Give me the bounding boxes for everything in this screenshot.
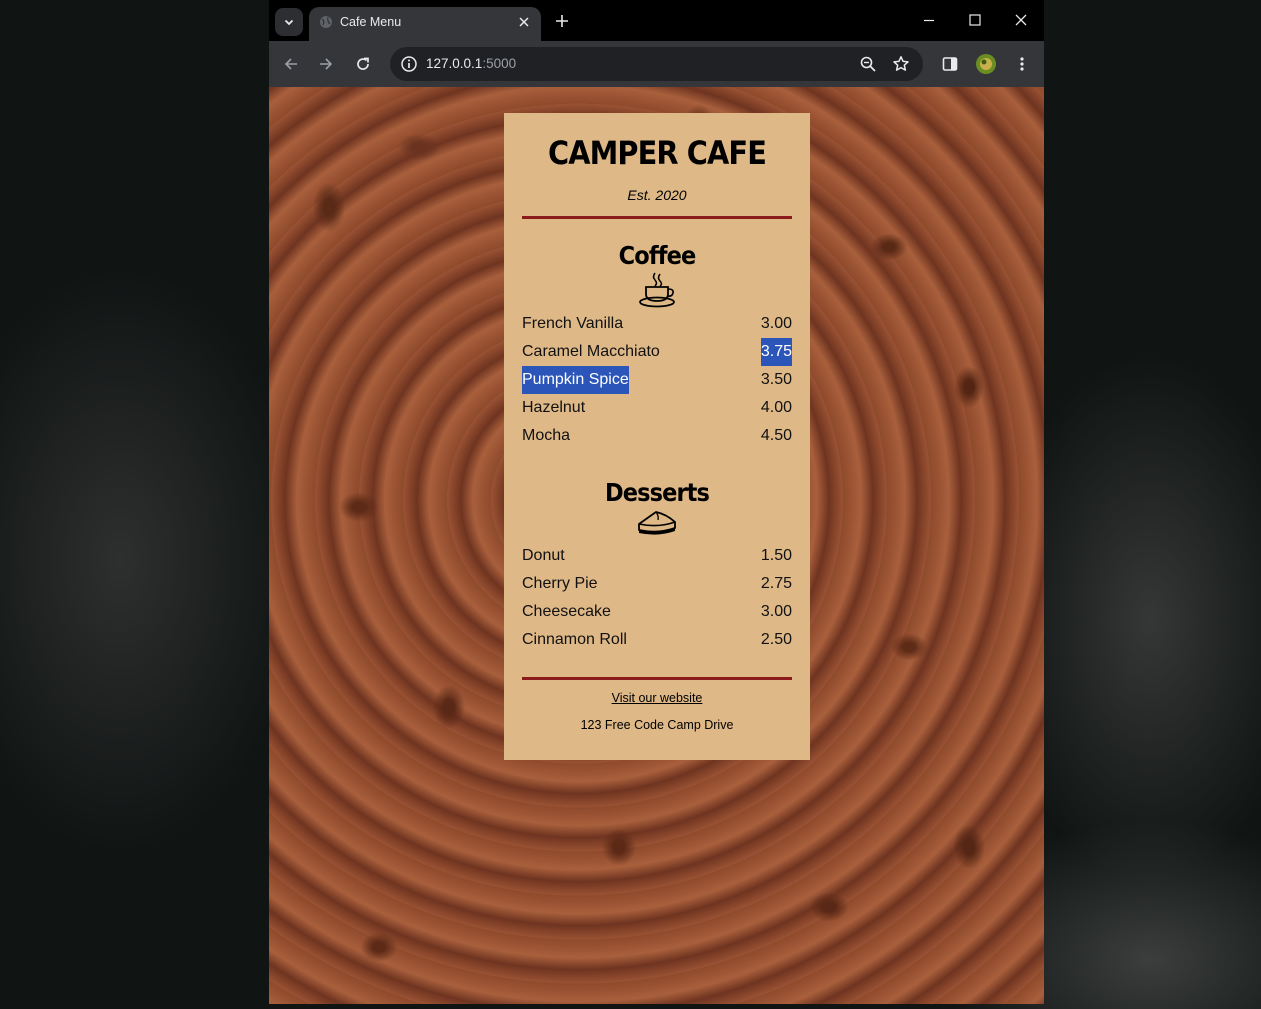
menu-item: Pumpkin Spice 3.50 [522, 366, 792, 394]
menu-item: Donut 1.50 [522, 542, 792, 570]
side-panel-icon [942, 57, 958, 71]
maximize-icon [969, 14, 981, 26]
divider-bottom [522, 677, 792, 680]
item-name: Cherry Pie [522, 575, 598, 592]
tab-cafe-menu[interactable]: Cafe Menu [309, 7, 541, 41]
forward-button[interactable] [314, 52, 338, 76]
item-name: French Vanilla [522, 315, 624, 332]
coffee-cup-icon [639, 272, 675, 308]
established-text: Est. 2020 [627, 187, 687, 203]
coffee-heading: Coffee [618, 241, 697, 270]
more-vertical-icon [1020, 57, 1024, 71]
item-price: 4.50 [760, 427, 792, 444]
item-name: Donut [522, 547, 565, 564]
profile-button[interactable] [974, 52, 998, 76]
reload-icon [357, 57, 369, 70]
item-name: Cheesecake [522, 603, 611, 620]
tab-title: Cafe Menu [340, 15, 402, 29]
menu-item: Caramel Macchiato 3.75 [522, 338, 792, 366]
close-icon [519, 17, 529, 27]
menu-item: Mocha 4.50 [522, 422, 792, 450]
address-bar[interactable]: 127.0.0.1:5000 [390, 47, 923, 81]
minimize-button[interactable] [917, 8, 941, 32]
desserts-section: Desserts Donut 1.50 Cherry Pie 2.75 Cheese… [522, 478, 792, 654]
desserts-heading: Desserts [604, 478, 710, 507]
menu-item: Cheesecake 3.00 [522, 598, 792, 626]
item-name: Pumpkin Spice [522, 366, 629, 394]
item-price: 2.75 [760, 575, 792, 592]
item-price: 3.00 [760, 603, 792, 620]
browser-toolbar: 127.0.0.1:5000 [269, 41, 1044, 87]
menu-item: French Vanilla 3.00 [522, 310, 792, 338]
maximize-button[interactable] [963, 8, 987, 32]
globe-icon [320, 16, 332, 28]
new-tab-button[interactable] [552, 11, 572, 31]
avatar-icon [976, 54, 996, 74]
zoom-icon[interactable] [859, 55, 877, 73]
tab-strip: Cafe Menu [269, 0, 1044, 41]
close-window-button[interactable] [1009, 8, 1033, 32]
item-name: Caramel Macchiato [522, 343, 660, 360]
pie-slice-icon [638, 511, 676, 535]
item-price: 1.50 [760, 547, 792, 564]
arrow-left-icon [284, 58, 297, 70]
item-price: 3.50 [760, 371, 792, 388]
menu-item: Cherry Pie 2.75 [522, 570, 792, 598]
page-viewport: CAMPER CAFE Est. 2020 Coffee French Vani… [269, 87, 1044, 1004]
item-name: Cinnamon Roll [522, 631, 627, 648]
close-icon [1015, 14, 1027, 26]
browser-window: Cafe Menu 127.0.0.1:5000 CAMPER CAFE Est… [269, 0, 1044, 1004]
item-name: Mocha [522, 427, 571, 444]
menu-item: Cinnamon Roll 2.50 [522, 626, 792, 654]
item-price: 2.50 [760, 631, 792, 648]
plus-icon [556, 15, 568, 27]
footer: Visit our website [522, 691, 792, 705]
address-text: 123 Free Code Camp Drive [580, 718, 734, 732]
minimize-icon [924, 19, 934, 22]
tab-close-button[interactable] [515, 13, 533, 31]
item-price: 3.00 [760, 315, 792, 332]
item-price: 3.75 [760, 338, 792, 366]
chevron-down-icon [284, 19, 294, 26]
arrow-right-icon [320, 58, 333, 70]
item-name: Hazelnut [522, 399, 586, 416]
site-info-icon[interactable] [400, 55, 418, 73]
tab-search-button[interactable] [275, 8, 303, 36]
page-title: CAMPER CAFE [548, 134, 767, 172]
website-link[interactable]: Visit our website [612, 691, 703, 705]
browser-menu-button[interactable] [1010, 52, 1034, 76]
url-port: :5000 [482, 56, 517, 71]
divider-top [522, 216, 792, 219]
url-text[interactable]: 127.0.0.1:5000 [426, 56, 516, 71]
back-button[interactable] [279, 52, 303, 76]
cafe-menu: CAMPER CAFE Est. 2020 Coffee French Vani… [504, 113, 810, 760]
side-panel-button[interactable] [938, 52, 962, 76]
url-host: 127.0.0.1 [426, 56, 483, 71]
reload-button[interactable] [351, 52, 375, 76]
coffee-section: Coffee French Vanilla 3.00 Caramel Macchi… [522, 241, 792, 450]
bookmark-star-icon[interactable] [892, 55, 910, 73]
item-price: 4.00 [760, 399, 792, 416]
menu-item: Hazelnut 4.00 [522, 394, 792, 422]
